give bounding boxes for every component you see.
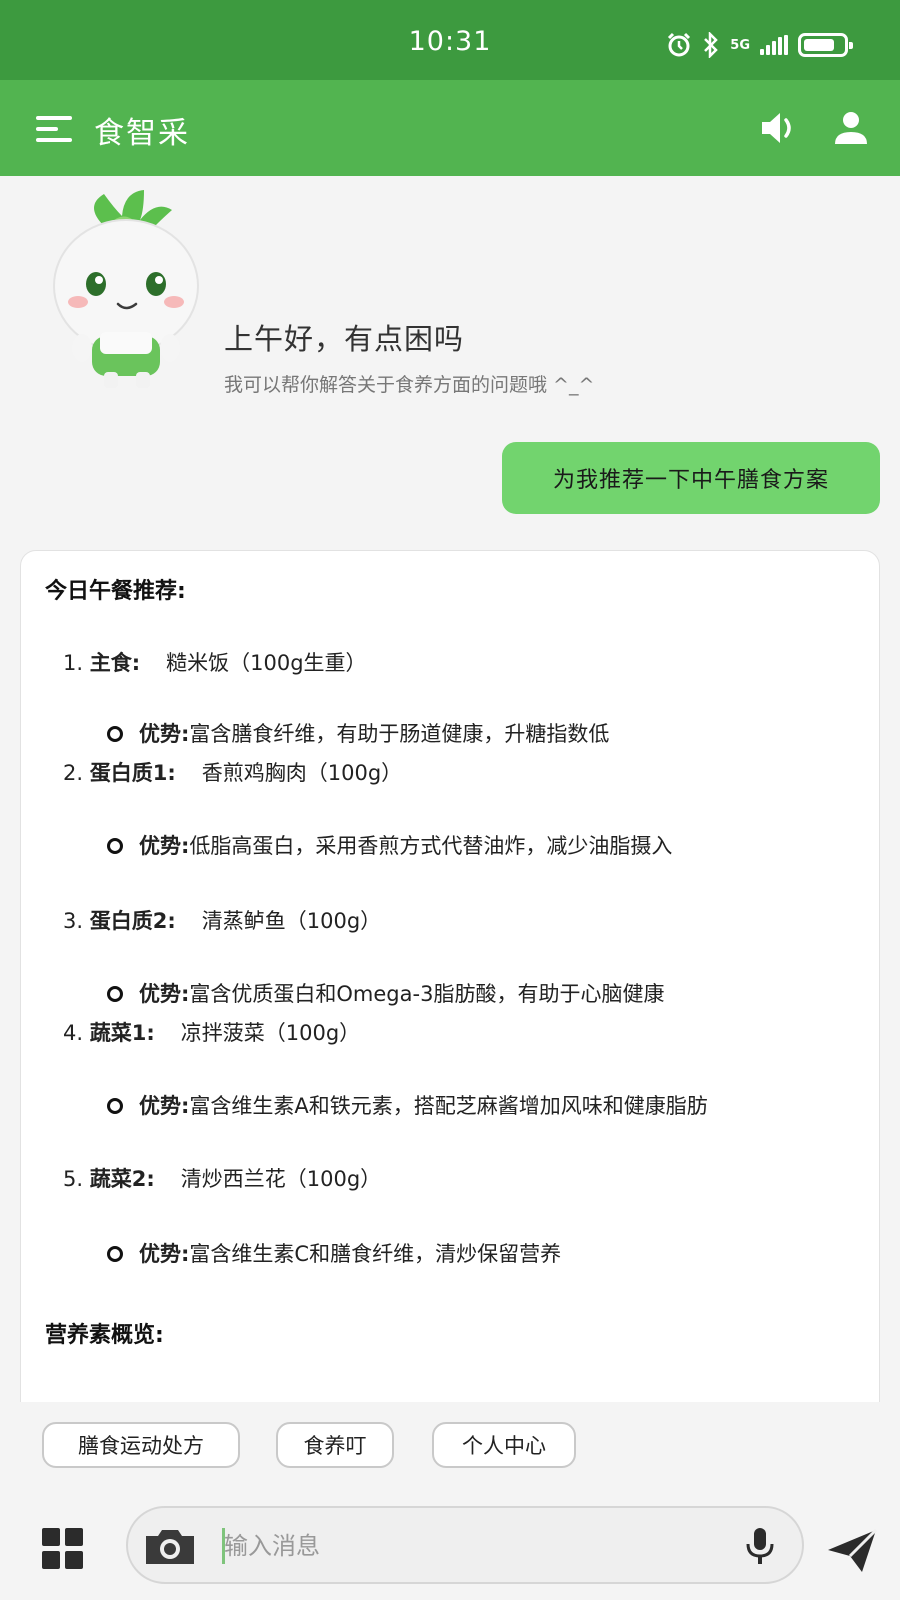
advantage-item: 优势:富含优质蛋白和Omega-3脂肪酸，有助于心脑健康 bbox=[107, 975, 827, 1013]
chip-personal-center[interactable]: 个人中心 bbox=[432, 1422, 576, 1468]
list-item: 4. 蔬菜1: 凉拌菠菜（100g） bbox=[63, 1021, 361, 1045]
list-item: 3. 蛋白质2: 清蒸鲈鱼（100g） bbox=[63, 909, 382, 933]
bullet-circle-icon bbox=[107, 1246, 123, 1262]
bullet-circle-icon bbox=[107, 726, 123, 742]
greeting-title: 上午好，有点困吗 bbox=[224, 322, 465, 356]
chip-diet-exercise[interactable]: 膳食运动处方 bbox=[42, 1422, 240, 1468]
advantage-item: 优势:富含维生素C和膳食纤维，清炒保留营养 bbox=[107, 1235, 827, 1273]
advantage-item: 优势:富含维生素A和铁元素，搭配芝麻酱增加风味和健康脂肪 bbox=[107, 1087, 827, 1125]
chip-food-reminder[interactable]: 食养叮 bbox=[276, 1422, 394, 1468]
app-bar: 食智采 bbox=[0, 80, 900, 176]
alarm-icon bbox=[668, 32, 691, 57]
signal-icon bbox=[760, 35, 788, 55]
bullet-circle-icon bbox=[107, 986, 123, 1002]
mic-icon[interactable] bbox=[744, 1526, 776, 1566]
reply-heading: 今日午餐推荐: bbox=[45, 579, 186, 604]
nutrition-overview-heading: 营养素概览: bbox=[45, 1323, 164, 1348]
advantage-item: 优势:富含膳食纤维，有助于肠道健康，升糖指数低 bbox=[107, 715, 827, 753]
battery-level bbox=[804, 39, 835, 51]
menu-icon[interactable] bbox=[36, 116, 72, 142]
user-message-bubble: 为我推荐一下中午膳食方案 bbox=[502, 442, 880, 514]
message-input[interactable] bbox=[224, 1526, 704, 1566]
greeting-subtitle: 我可以帮你解答关于食养方面的问题哦 ^_^ bbox=[224, 374, 595, 396]
input-row bbox=[0, 1500, 900, 1590]
app-title: 食智采 bbox=[94, 116, 190, 151]
quick-chips: 膳食运动处方 食养叮 个人中心 bbox=[0, 1402, 900, 1468]
mascot-image bbox=[53, 190, 199, 388]
list-item: 5. 蔬菜2: 清炒西兰花（100g） bbox=[63, 1167, 382, 1191]
network-type: 5G bbox=[730, 37, 750, 53]
status-icons: 5G bbox=[666, 32, 853, 58]
bullet-circle-icon bbox=[107, 1098, 123, 1114]
list-item: 2. 蛋白质1: 香煎鸡胸肉（100g） bbox=[63, 761, 403, 785]
volume-icon[interactable] bbox=[760, 110, 800, 146]
camera-icon[interactable] bbox=[142, 1526, 198, 1566]
chat-content[interactable]: 上午好，有点困吗 我可以帮你解答关于食养方面的问题哦 ^_^ 为我推荐一下中午膳… bbox=[0, 176, 900, 1402]
assistant-reply-card: 今日午餐推荐: 1. 主食: 糙米饭（100g生重） 优势:富含膳食纤维，有助于肠… bbox=[20, 550, 880, 1402]
battery-icon bbox=[798, 33, 853, 57]
status-time: 10:31 bbox=[408, 26, 492, 57]
bluetooth-icon bbox=[704, 32, 719, 58]
advantage-item: 优势:低脂高蛋白，采用香煎方式代替油炸，减少油脂摄入 bbox=[107, 827, 827, 865]
status-bar: 10:31 5G bbox=[0, 0, 900, 80]
send-icon[interactable] bbox=[826, 1528, 878, 1574]
grid-icon[interactable] bbox=[42, 1528, 84, 1570]
user-icon[interactable] bbox=[833, 110, 869, 146]
message-input-box bbox=[126, 1506, 804, 1584]
bullet-circle-icon bbox=[107, 838, 123, 854]
list-item: 1. 主食: 糙米饭（100g生重） bbox=[63, 651, 367, 675]
